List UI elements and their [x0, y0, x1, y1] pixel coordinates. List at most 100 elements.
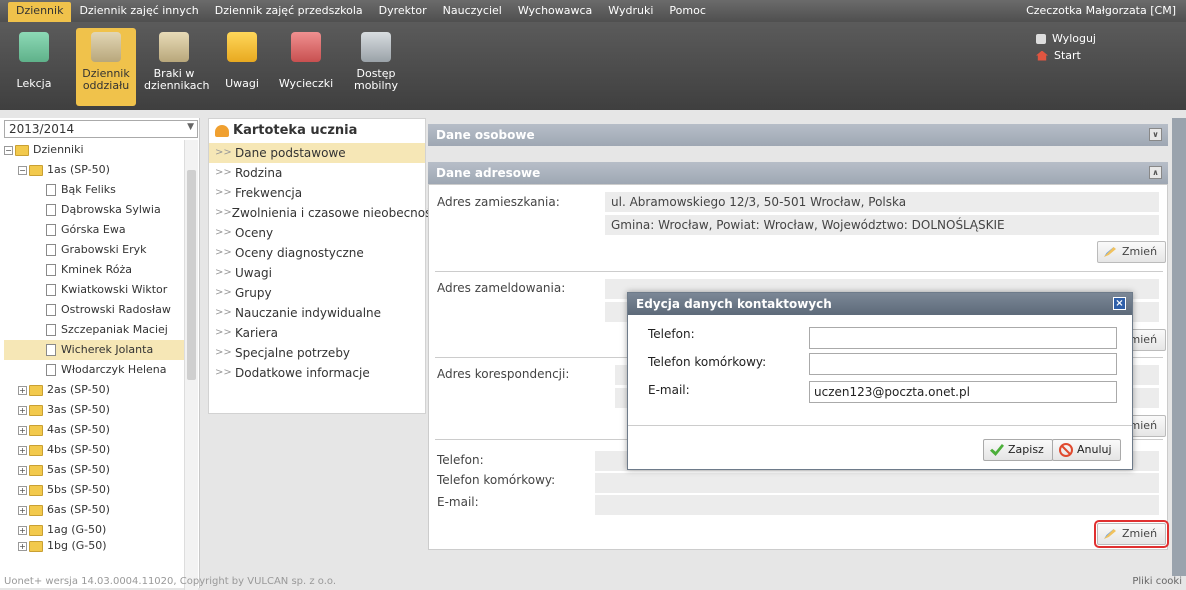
check-icon: [990, 444, 1004, 456]
lekcja-button[interactable]: Lekcja: [4, 28, 64, 106]
wycieczki-button[interactable]: Wycieczki: [276, 28, 336, 106]
document-icon: [46, 284, 56, 296]
menu-dyrektor[interactable]: Dyrektor: [371, 0, 435, 22]
folder-icon: [29, 524, 43, 536]
kartoteka-item-rodzina[interactable]: >> Rodzina: [209, 163, 425, 183]
tree-student[interactable]: Ostrowski Radosław: [4, 300, 184, 320]
expand-icon[interactable]: ∨: [1149, 128, 1162, 141]
kartoteka-item-dodatkowe-informacje[interactable]: >> Dodatkowe informacje: [209, 363, 425, 383]
kartoteka-item-uwagi[interactable]: >> Uwagi: [209, 263, 425, 283]
folder-icon: [29, 384, 43, 396]
folder-open-icon: [15, 144, 29, 156]
collapsed-side-panel[interactable]: [1172, 118, 1186, 576]
expand-icon[interactable]: +: [18, 505, 27, 515]
tree-student[interactable]: Włodarczyk Helena: [4, 360, 184, 380]
expand-icon[interactable]: +: [18, 485, 27, 495]
expand-icon[interactable]: +: [18, 525, 27, 535]
tree-class-node[interactable]: +4as (SP-50): [4, 420, 184, 440]
tree-class-node[interactable]: +1bg (G-50): [4, 540, 184, 552]
kartoteka-item-specjalne-potrzeby[interactable]: >> Specjalne potrzeby: [209, 343, 425, 363]
cancel-button[interactable]: Anuluj: [1052, 439, 1121, 461]
tree-root[interactable]: − Dzienniki: [4, 140, 184, 160]
uwagi-button[interactable]: Uwagi: [212, 28, 272, 106]
tree-student[interactable]: Dąbrowska Sylwia: [4, 200, 184, 220]
menu-pomoc[interactable]: Pomoc: [661, 0, 713, 22]
dialog-telefon-kom-label: Telefon komórkowy:: [648, 355, 767, 369]
expand-icon[interactable]: +: [18, 541, 27, 551]
kartoteka-item-kariera[interactable]: >> Kariera: [209, 323, 425, 343]
menu-nauczyciel[interactable]: Nauczyciel: [435, 0, 510, 22]
folder-icon: [29, 404, 43, 416]
email-input[interactable]: [809, 381, 1117, 403]
cookies-link[interactable]: Pliki cooki: [1132, 576, 1182, 587]
braki-button[interactable]: Braki w dziennikach: [144, 28, 210, 106]
kartoteka-item-oceny[interactable]: >> Oceny: [209, 223, 425, 243]
document-icon: [46, 184, 56, 196]
school-year-select[interactable]: 2013/2014 ▼: [4, 120, 198, 138]
expand-icon[interactable]: +: [18, 425, 27, 435]
kartoteka-item-grupy[interactable]: >> Grupy: [209, 283, 425, 303]
start-link[interactable]: Start: [1036, 47, 1096, 64]
telefon-input[interactable]: [809, 327, 1117, 349]
tree-class-node[interactable]: +2as (SP-50): [4, 380, 184, 400]
tree-student-selected[interactable]: Wicherek Jolanta: [4, 340, 184, 360]
collapse-icon[interactable]: −: [4, 145, 13, 155]
expand-icon[interactable]: +: [18, 405, 27, 415]
tree-student[interactable]: Bąk Feliks: [4, 180, 184, 200]
telefon-label: Telefon:: [437, 453, 484, 467]
dialog-divider: [628, 425, 1132, 426]
tree-student[interactable]: Kminek Róża: [4, 260, 184, 280]
document-icon: [46, 264, 56, 276]
divider: [435, 271, 1163, 272]
tree-class-node[interactable]: +3as (SP-50): [4, 400, 184, 420]
expand-icon[interactable]: +: [18, 465, 27, 475]
tree-class-node[interactable]: +6as (SP-50): [4, 500, 184, 520]
tree-class-node[interactable]: +4bs (SP-50): [4, 440, 184, 460]
collapse-icon[interactable]: −: [18, 165, 27, 175]
collapse-icon[interactable]: ∧: [1149, 166, 1162, 179]
note-icon: [227, 32, 257, 62]
tree-student[interactable]: Szczepaniak Maciej: [4, 320, 184, 340]
expand-icon[interactable]: +: [18, 445, 27, 455]
dane-osobowe-header[interactable]: Dane osobowe ∨: [428, 124, 1168, 146]
journal-warning-icon: [159, 32, 189, 62]
dziennik-oddzialu-button[interactable]: Dziennik oddziału: [76, 28, 136, 106]
telefon-komorkowy-input[interactable]: [809, 353, 1117, 375]
menu-wychowawca[interactable]: Wychowawca: [510, 0, 600, 22]
dane-adresowe-header[interactable]: Dane adresowe ∧: [428, 162, 1168, 184]
menu-wydruki[interactable]: Wydruki: [600, 0, 661, 22]
close-icon[interactable]: ×: [1113, 297, 1126, 310]
chevron-down-icon[interactable]: ▼: [187, 122, 194, 132]
folder-icon: [29, 504, 43, 516]
kartoteka-item-dane-podstawowe[interactable]: >> Dane podstawowe: [209, 143, 425, 163]
dostep-mobilny-button[interactable]: Dostęp mobilny: [346, 28, 406, 106]
tree-class-node[interactable]: +1ag (G-50): [4, 520, 184, 540]
zmien-zamieszkania-button[interactable]: Zmień: [1097, 241, 1167, 263]
tree-class-node[interactable]: +5bs (SP-50): [4, 480, 184, 500]
save-button[interactable]: Zapisz: [983, 439, 1053, 461]
dialog-email-label: E-mail:: [648, 383, 690, 397]
document-icon: [46, 244, 56, 256]
tree-student[interactable]: Kwiatkowski Wiktor: [4, 280, 184, 300]
kartoteka-item-nauczanie-indywidualne[interactable]: >> Nauczanie indywidualne: [209, 303, 425, 323]
kartoteka-item-frekwencja[interactable]: >> Frekwencja: [209, 183, 425, 203]
folder-icon: [29, 484, 43, 496]
tree-class-node[interactable]: +5as (SP-50): [4, 460, 184, 480]
lock-icon: [1036, 33, 1046, 44]
logout-link[interactable]: Wyloguj: [1036, 30, 1096, 47]
tree-student[interactable]: Grabowski Eryk: [4, 240, 184, 260]
kartoteka-item-oceny-diagnostyczne[interactable]: >> Oceny diagnostyczne: [209, 243, 425, 263]
zmien-kontakt-button[interactable]: Zmień: [1093, 520, 1170, 548]
scrollbar-thumb[interactable]: [187, 170, 196, 380]
tree-class-node[interactable]: − 1as (SP-50): [4, 160, 184, 180]
panel-splitter[interactable]: [201, 118, 207, 576]
menu-dziennik-zajec-innych[interactable]: Dziennik zajęć innych: [71, 0, 206, 22]
menu-dziennik[interactable]: Dziennik: [8, 2, 72, 24]
navigation-tree-panel: 2013/2014 ▼ − Dzienniki − 1as (SP-50) Bą…: [0, 118, 200, 590]
menu-dziennik-przedszkola[interactable]: Dziennik zajęć przedszkola: [207, 0, 371, 22]
tree-scrollbar[interactable]: [184, 140, 198, 590]
folder-icon: [29, 540, 43, 552]
tree-student[interactable]: Górska Ewa: [4, 220, 184, 240]
kartoteka-item-zwolnienia[interactable]: >> Zwolnienia i czasowe nieobecności: [209, 203, 441, 223]
expand-icon[interactable]: +: [18, 385, 27, 395]
